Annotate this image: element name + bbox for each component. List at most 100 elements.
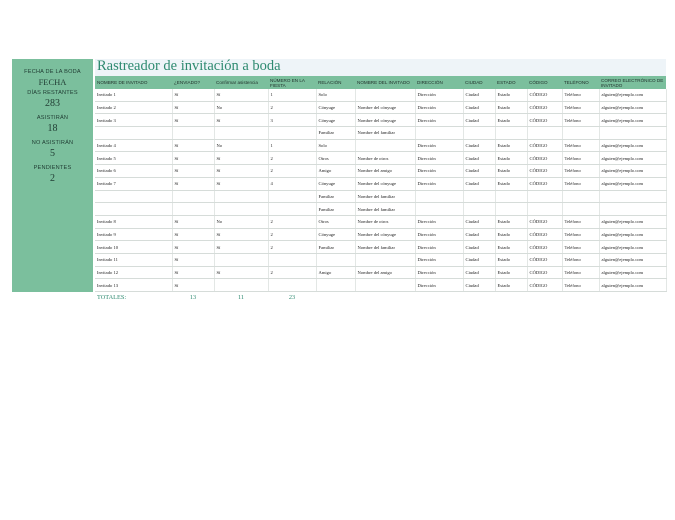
table-cell[interactable]: alguien@ejemplo.com [599,266,667,280]
table-cell[interactable]: CÓDIGO [527,89,563,102]
table-cell[interactable] [172,126,215,140]
table-cell[interactable] [268,253,317,267]
table-cell[interactable]: CÓDIGO [527,215,563,229]
table-cell[interactable] [214,253,269,267]
table-cell[interactable]: Invitado 2 [95,101,173,115]
table-cell[interactable]: Dirección [415,278,464,292]
table-cell[interactable]: Teléfono [562,164,600,178]
table-cell[interactable]: Invitado 8 [95,215,173,229]
table-cell[interactable]: Invitado 1 [95,89,173,102]
table-cell[interactable]: Dirección [415,240,464,254]
table-cell[interactable]: alguien@ejemplo.com [599,240,667,254]
table-cell[interactable]: Nombre de otros [355,215,416,229]
table-cell[interactable]: 2 [268,266,317,280]
table-cell[interactable]: CÓDIGO [527,177,563,191]
totals-cell[interactable]: 13 [172,291,214,303]
totals-cell[interactable]: 23 [268,291,316,303]
totals-cell[interactable] [599,291,666,303]
table-cell[interactable]: 1 [268,139,317,153]
table-cell[interactable] [463,126,496,140]
table-cell[interactable]: alguien@ejemplo.com [599,151,667,166]
table-cell[interactable]: Sí [214,151,269,166]
table-cell[interactable]: Dirección [415,215,464,229]
table-cell[interactable]: Dirección [415,89,464,102]
table-cell[interactable] [415,190,464,204]
table-cell[interactable]: Teléfono [562,89,600,102]
table-cell[interactable]: Ciudad [463,139,496,153]
totals-cell[interactable]: 11 [214,291,268,303]
column-header[interactable]: CORREO ELECTRÓNICO DE INVITADO [599,76,666,89]
table-cell[interactable]: Sí [214,177,269,191]
table-cell[interactable] [214,278,269,292]
table-cell[interactable] [495,202,528,216]
table-cell[interactable]: CÓDIGO [527,228,563,242]
table-cell[interactable]: Teléfono [562,139,600,153]
table-cell[interactable]: Teléfono [562,151,600,166]
table-cell[interactable]: Dirección [415,253,464,267]
column-header[interactable]: RELACIÓN [316,76,355,89]
table-cell[interactable]: Sí [172,113,215,128]
table-cell[interactable]: Sí [214,266,269,280]
table-cell[interactable]: Sí [172,177,215,191]
column-header[interactable]: NOMBRE DEL INVITADO [355,76,415,89]
table-cell[interactable]: Dirección [415,139,464,153]
table-cell[interactable]: Solo [316,139,356,153]
table-cell[interactable] [355,278,416,292]
table-cell[interactable]: Teléfono [562,266,600,280]
table-cell[interactable]: Dirección [415,151,464,166]
table-cell[interactable]: alguien@ejemplo.com [599,215,667,229]
table-cell[interactable]: Ciudad [463,253,496,267]
table-cell[interactable] [316,253,356,267]
table-cell[interactable]: Sí [172,266,215,280]
table-cell[interactable] [172,190,215,204]
table-cell[interactable]: CÓDIGO [527,151,563,166]
table-cell[interactable] [268,190,317,204]
table-cell[interactable]: Sí [172,151,215,166]
table-cell[interactable]: Ciudad [463,164,496,178]
table-cell[interactable]: 4 [268,177,317,191]
table-cell[interactable] [95,126,173,140]
table-cell[interactable]: Estado [495,139,528,153]
table-cell[interactable]: alguien@ejemplo.com [599,278,667,292]
table-cell[interactable] [355,253,416,267]
column-header[interactable]: ¿ENVIADO? [172,76,214,89]
table-cell[interactable]: Sí [172,240,215,254]
table-cell[interactable]: CÓDIGO [527,113,563,128]
table-cell[interactable]: Teléfono [562,240,600,254]
column-header[interactable]: Confirmar asistencia [214,76,268,89]
table-cell[interactable] [562,190,600,204]
table-cell[interactable] [214,202,269,216]
totals-cell[interactable] [415,291,463,303]
table-cell[interactable]: Sí [172,139,215,153]
table-cell[interactable]: Estado [495,151,528,166]
table-cell[interactable] [599,202,667,216]
table-cell[interactable]: Invitado 10 [95,240,173,254]
table-cell[interactable]: Cónyuge [316,177,356,191]
table-cell[interactable]: Ciudad [463,215,496,229]
table-cell[interactable]: Ciudad [463,228,496,242]
table-cell[interactable]: alguien@ejemplo.com [599,113,667,128]
table-cell[interactable] [214,190,269,204]
table-cell[interactable]: Sí [172,101,215,115]
table-cell[interactable] [562,126,600,140]
table-cell[interactable] [495,126,528,140]
table-cell[interactable]: Sí [214,240,269,254]
table-cell[interactable]: CÓDIGO [527,253,563,267]
table-cell[interactable] [527,202,563,216]
table-cell[interactable] [599,126,667,140]
table-cell[interactable]: Estado [495,101,528,115]
table-cell[interactable]: Sí [172,164,215,178]
table-cell[interactable]: Teléfono [562,253,600,267]
table-cell[interactable]: Nombre del cónyuge [355,101,416,115]
table-cell[interactable]: Estado [495,164,528,178]
table-cell[interactable]: 2 [268,240,317,254]
table-cell[interactable] [415,202,464,216]
table-cell[interactable] [316,278,356,292]
table-cell[interactable]: Familiar [316,240,356,254]
table-cell[interactable]: alguien@ejemplo.com [599,139,667,153]
table-cell[interactable]: Estado [495,177,528,191]
table-cell[interactable] [214,126,269,140]
table-cell[interactable]: Estado [495,89,528,102]
table-cell[interactable]: Estado [495,215,528,229]
table-cell[interactable]: Nombre del cónyuge [355,228,416,242]
